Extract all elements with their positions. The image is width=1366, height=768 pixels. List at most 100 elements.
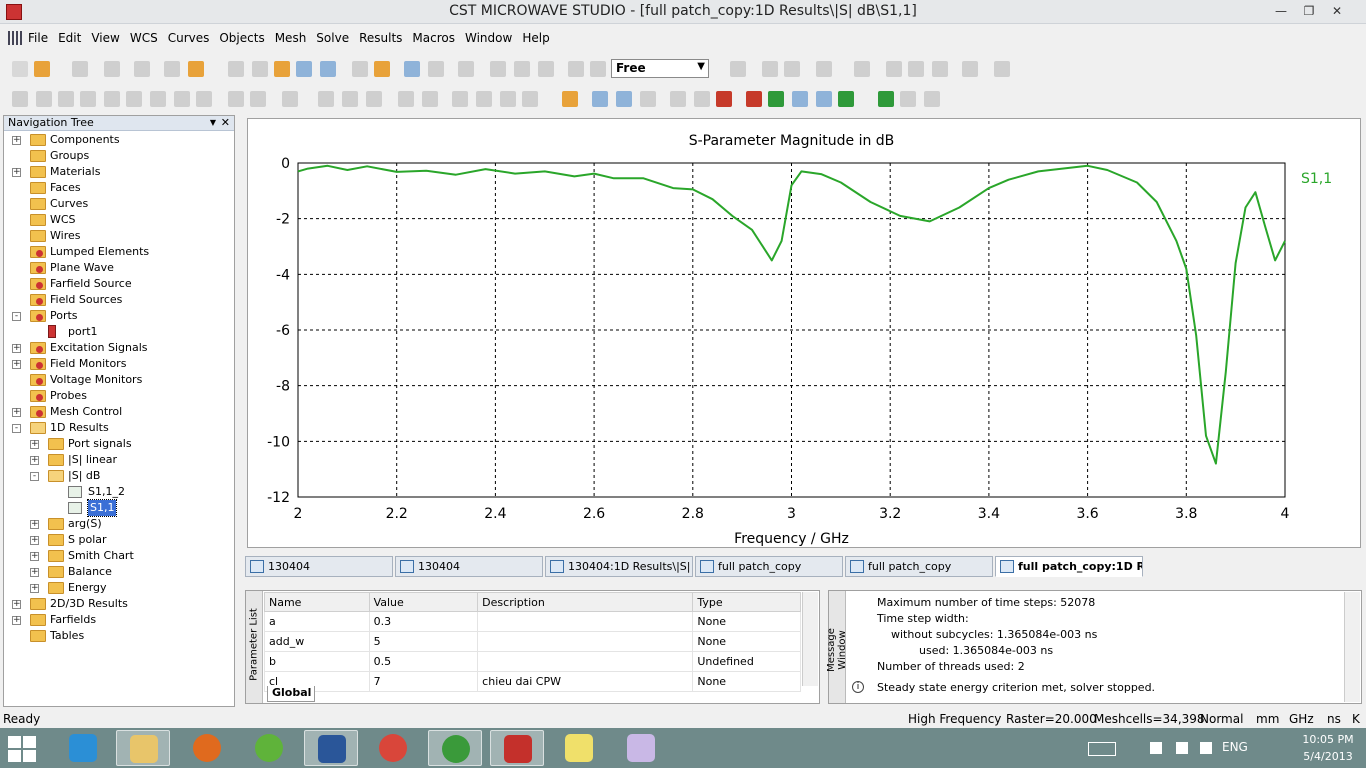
menu-file[interactable]: File xyxy=(28,31,48,45)
tree-item[interactable]: Wires xyxy=(4,228,232,244)
unit-temperature[interactable]: K xyxy=(1352,712,1360,726)
monitor-icon[interactable] xyxy=(694,91,710,107)
symmetry-icon[interactable] xyxy=(616,91,632,107)
print-icon[interactable] xyxy=(104,61,120,77)
tree-item[interactable]: Groups xyxy=(4,148,232,164)
scale-icon[interactable] xyxy=(366,91,382,107)
cone-icon[interactable] xyxy=(80,91,96,107)
menu-macros[interactable]: Macros xyxy=(412,31,455,45)
table-row[interactable]: cl 7 chieu dai CPW None xyxy=(264,671,801,692)
discrete-port-icon[interactable] xyxy=(500,91,516,107)
view-mode[interactable]: Normal xyxy=(1200,712,1243,726)
menu-edit[interactable]: Edit xyxy=(58,31,81,45)
tree-item[interactable]: + Port signals xyxy=(4,436,232,452)
menu-window[interactable]: Window xyxy=(465,31,512,45)
column-header[interactable]: Value xyxy=(368,592,479,612)
sheet-icon[interactable] xyxy=(422,91,438,107)
explorer-icon[interactable] xyxy=(116,730,170,766)
mesh-view-icon[interactable] xyxy=(716,91,732,107)
unit-frequency[interactable]: GHz xyxy=(1289,712,1314,726)
brick-icon[interactable] xyxy=(12,91,28,107)
table-cell[interactable]: 5 xyxy=(368,631,479,652)
help-icon[interactable] xyxy=(994,61,1010,77)
tree-item[interactable]: Field Sources xyxy=(4,292,232,308)
tree-item[interactable]: - 1D Results xyxy=(4,420,232,436)
tree-item[interactable]: + Smith Chart xyxy=(4,548,232,564)
chevron-down-icon[interactable]: ▼ xyxy=(210,116,216,130)
new-file-icon[interactable] xyxy=(12,61,28,77)
expand-icon[interactable]: + xyxy=(12,408,21,417)
minimize-icon[interactable]: — xyxy=(1268,2,1294,20)
plot-window[interactable]: S-Parameter Magnitude in dB 2 2.2 2.4 2.6 2.8… xyxy=(247,118,1361,548)
pick-face-icon[interactable] xyxy=(514,61,530,77)
table-cell[interactable]: None xyxy=(692,671,801,692)
polygon-icon[interactable] xyxy=(932,61,948,77)
solver-e-icon[interactable] xyxy=(792,91,808,107)
boolean-sub-icon[interactable] xyxy=(784,61,800,77)
tree-item[interactable]: Plane Wave xyxy=(4,260,232,276)
tree-item[interactable]: - Ports xyxy=(4,308,232,324)
cst-icon[interactable] xyxy=(490,730,544,766)
port-edit-icon[interactable] xyxy=(476,91,492,107)
table-cell[interactable]: Undefined xyxy=(692,651,801,672)
solver-a-icon[interactable] xyxy=(838,91,854,107)
save-icon[interactable] xyxy=(72,61,88,77)
boolean-add-icon[interactable] xyxy=(762,61,778,77)
tree-item[interactable]: S1,1_2 xyxy=(4,484,232,500)
table-cell[interactable]: a xyxy=(264,611,370,632)
grid-icon[interactable] xyxy=(428,61,444,77)
expand-icon[interactable]: + xyxy=(30,440,39,449)
expand-icon[interactable]: + xyxy=(12,136,21,145)
sticky-notes-icon[interactable] xyxy=(552,730,606,766)
tree-item[interactable]: port1 xyxy=(4,324,232,340)
tree-item[interactable]: + arg(S) xyxy=(4,516,232,532)
local-wcs-icon[interactable] xyxy=(590,61,606,77)
table-row[interactable]: b 0.5 Undefined xyxy=(264,651,801,672)
column-header[interactable]: Name xyxy=(264,592,370,612)
collapse-icon[interactable]: - xyxy=(12,424,21,433)
menu-view[interactable]: View xyxy=(91,31,119,45)
tree-item[interactable]: + Balance xyxy=(4,564,232,580)
tree-item[interactable]: + Field Monitors xyxy=(4,356,232,372)
table-cell[interactable]: 0.3 xyxy=(368,611,479,632)
expand-icon[interactable]: + xyxy=(30,552,39,561)
reset-view-icon[interactable] xyxy=(352,61,368,77)
tree-item[interactable]: Lumped Elements xyxy=(4,244,232,260)
tree-item[interactable]: - |S| dB xyxy=(4,468,232,484)
parameter-scrollbar[interactable] xyxy=(802,592,818,686)
menu-help[interactable]: Help xyxy=(522,31,549,45)
line-icon[interactable] xyxy=(886,61,902,77)
pick-edge-icon[interactable] xyxy=(538,61,554,77)
restore-icon[interactable]: ❐ xyxy=(1296,2,1322,20)
pan-icon[interactable] xyxy=(274,61,290,77)
sphere-icon[interactable] xyxy=(36,91,52,107)
clock[interactable]: 10:05 PM 5/4/2013 xyxy=(1296,731,1360,765)
optimizer-icon[interactable] xyxy=(878,91,894,107)
wcs-icon[interactable] xyxy=(568,61,584,77)
tab-window[interactable]: full patch_copy xyxy=(695,556,843,577)
parameter-sweep-icon[interactable] xyxy=(562,91,578,107)
settings-gear-icon[interactable] xyxy=(900,91,916,107)
solver-f-icon[interactable] xyxy=(768,91,784,107)
tree-item[interactable]: Farfield Source xyxy=(4,276,232,292)
chamfer-icon[interactable] xyxy=(250,91,266,107)
solver-i-icon[interactable] xyxy=(816,91,832,107)
firefox-icon[interactable] xyxy=(180,730,234,766)
menu-solve[interactable]: Solve xyxy=(316,31,349,45)
mirror-icon[interactable] xyxy=(342,91,358,107)
tree-item[interactable]: Faces xyxy=(4,180,232,196)
ie-icon[interactable] xyxy=(56,730,110,766)
expand-icon[interactable]: + xyxy=(30,584,39,593)
rotate-profile-icon[interactable] xyxy=(174,91,190,107)
flag-icon[interactable] xyxy=(1150,742,1162,754)
language-indicator[interactable]: ENG xyxy=(1222,740,1248,754)
tab-window[interactable]: full patch_copy:1D R... xyxy=(995,556,1143,577)
rotate-icon[interactable] xyxy=(228,61,244,77)
circle-icon[interactable] xyxy=(908,61,924,77)
solver-type[interactable]: High Frequency xyxy=(908,712,1001,726)
close-icon[interactable]: ✕ xyxy=(1324,2,1350,20)
utorrent-icon[interactable] xyxy=(428,730,482,766)
paint-icon[interactable] xyxy=(614,730,668,766)
spin-icon[interactable] xyxy=(252,61,268,77)
solver-t-icon[interactable] xyxy=(746,91,762,107)
